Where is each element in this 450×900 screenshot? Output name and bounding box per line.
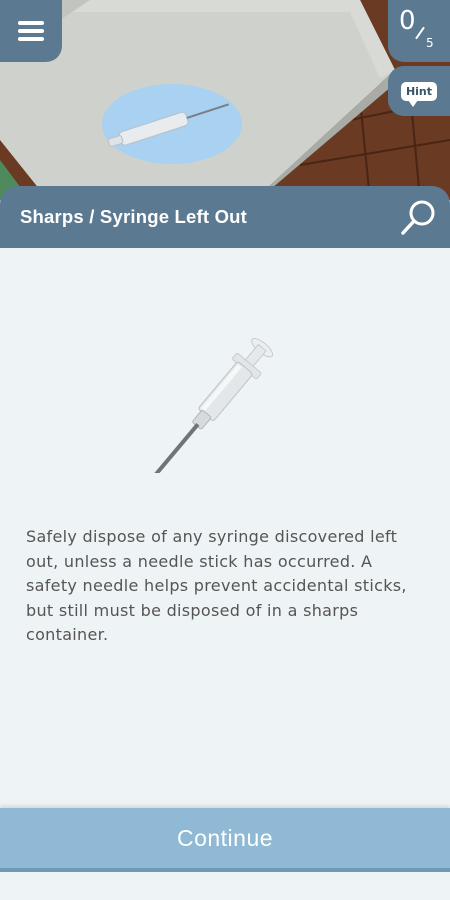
score-found: 0: [399, 6, 416, 36]
hint-bubble-icon: Hint: [400, 81, 438, 107]
continue-button[interactable]: Continue: [0, 808, 450, 872]
panel-description: Safely dispose of any syringe discovered…: [26, 527, 407, 644]
syringe-illustration: [143, 338, 274, 473]
score-total: 5: [426, 36, 434, 50]
scene-illustration: [0, 0, 450, 200]
panel-header: Sharps / Syringe Left Out: [0, 186, 450, 248]
hint-button[interactable]: Hint: [388, 66, 450, 116]
scene-view[interactable]: [0, 0, 450, 200]
hint-label: Hint: [405, 84, 433, 98]
panel-title: Sharps / Syringe Left Out: [20, 206, 248, 227]
panel-body: Safely dispose of any syringe discovered…: [0, 248, 450, 808]
menu-button[interactable]: [0, 0, 62, 62]
continue-label: Continue: [176, 824, 274, 851]
footer-strip: [0, 872, 450, 900]
hamburger-icon: [18, 21, 44, 41]
score-divider: [415, 26, 425, 40]
score-counter: 0 5: [388, 0, 450, 62]
magnifier-icon[interactable]: [398, 196, 440, 238]
